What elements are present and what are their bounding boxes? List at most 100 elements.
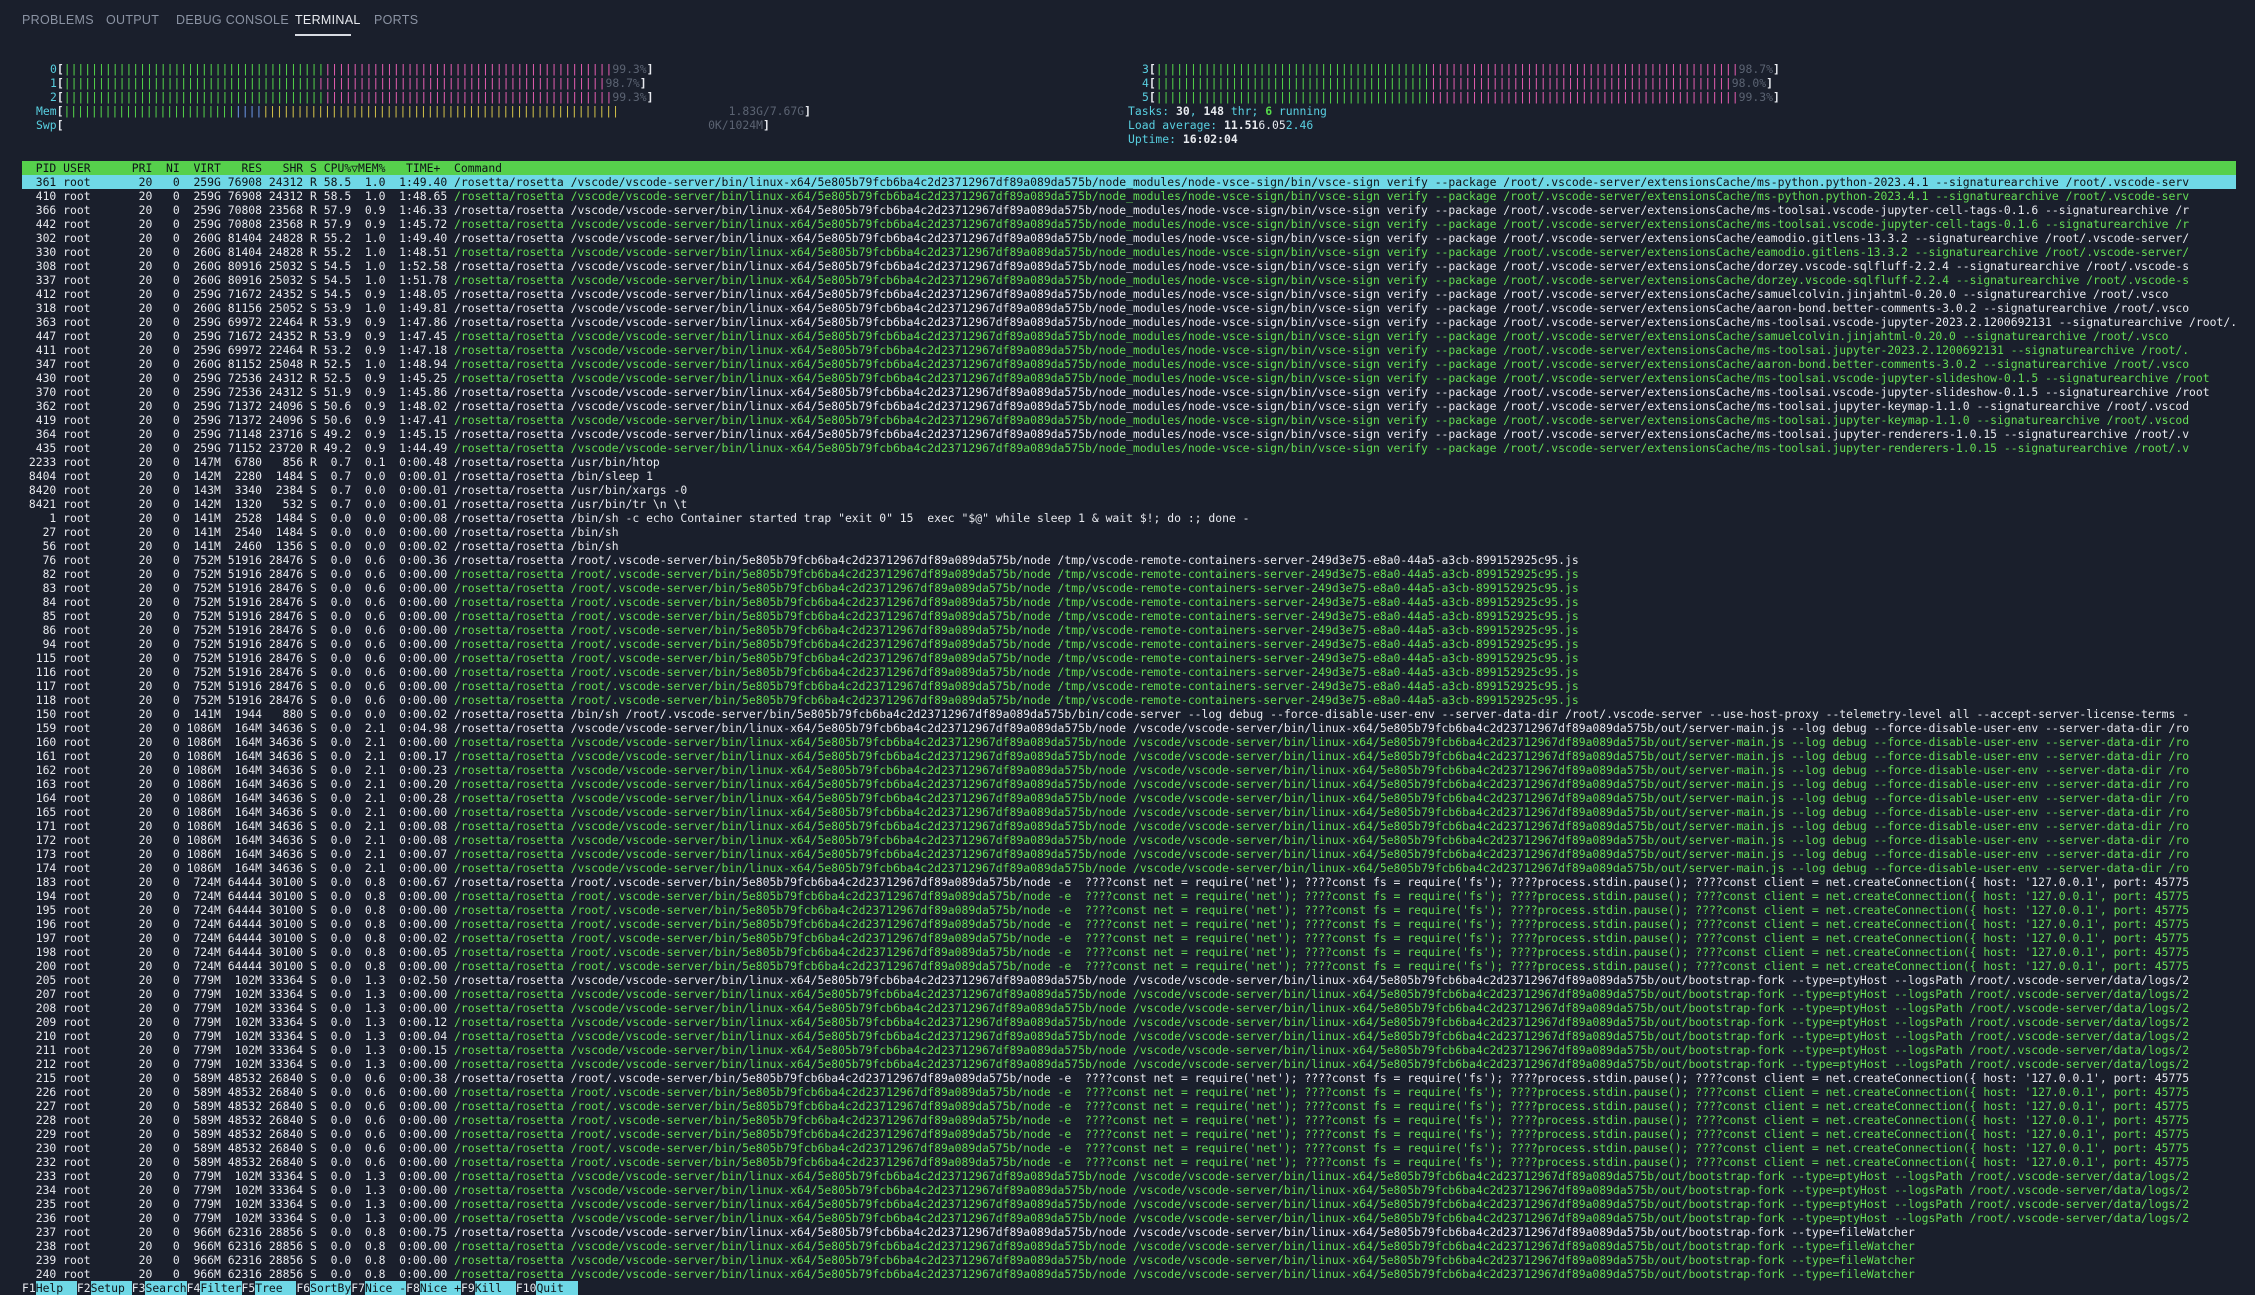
process-row[interactable]: 447 root 20 0 259G 71672 24352 R 53.9 0.… [22, 329, 2236, 343]
process-row[interactable]: 370 root 20 0 259G 72536 24312 S 51.9 0.… [22, 385, 2236, 399]
process-row[interactable]: 237 root 20 0 966M 62316 28856 S 0.0 0.8… [22, 1225, 2236, 1239]
process-row[interactable]: 8420 root 20 0 143M 3340 2384 S 0.7 0.0 … [22, 483, 2236, 497]
fkey-f9-button[interactable]: F9Kill [461, 1281, 516, 1295]
fkey-f6-button[interactable]: F6SortBy [296, 1281, 352, 1295]
process-row[interactable]: 239 root 20 0 966M 62316 28856 S 0.0 0.8… [22, 1253, 2236, 1267]
process-row[interactable]: 211 root 20 0 779M 102M 33364 S 0.0 1.3 … [22, 1043, 2236, 1057]
process-row[interactable]: 200 root 20 0 724M 64444 30100 S 0.0 0.8… [22, 959, 2236, 973]
process-row[interactable]: 165 root 20 0 1086M 164M 34636 S 0.0 2.1… [22, 805, 2236, 819]
process-row[interactable]: 160 root 20 0 1086M 164M 34636 S 0.0 2.1… [22, 735, 2236, 749]
process-row[interactable]: 150 root 20 0 141M 1944 880 S 0.0 0.0 0:… [22, 707, 2236, 721]
process-row[interactable]: 85 root 20 0 752M 51916 28476 S 0.0 0.6 … [22, 609, 2236, 623]
fkey-f4-button[interactable]: F4Filter [186, 1281, 242, 1295]
process-row[interactable]: 159 root 20 0 1086M 164M 34636 S 0.0 2.1… [22, 721, 2236, 735]
process-row[interactable]: 363 root 20 0 259G 69972 22464 R 53.9 0.… [22, 315, 2236, 329]
cpu-label: 1 [50, 76, 57, 90]
process-row[interactable]: 318 root 20 0 260G 81156 25052 S 53.9 1.… [22, 301, 2236, 315]
process-row[interactable]: 302 root 20 0 260G 81404 24828 R 55.2 1.… [22, 231, 2236, 245]
process-row[interactable]: 195 root 20 0 724M 64444 30100 S 0.0 0.8… [22, 903, 2236, 917]
process-stats: 172 root 20 0 1086M 164M 34636 S 0.0 2.1… [22, 833, 455, 847]
process-row[interactable]: 83 root 20 0 752M 51916 28476 S 0.0 0.6 … [22, 581, 2236, 595]
process-row[interactable]: 330 root 20 0 260G 81404 24828 R 55.2 1.… [22, 245, 2236, 259]
process-row[interactable]: 215 root 20 0 589M 48532 26840 S 0.0 0.6… [22, 1071, 2236, 1085]
process-row[interactable]: 419 root 20 0 259G 71372 24096 S 50.6 0.… [22, 413, 2236, 427]
fkey-f3-button[interactable]: F3Search [131, 1281, 187, 1295]
process-row[interactable]: 2233 root 20 0 147M 6780 856 R 0.7 0.1 0… [22, 455, 2236, 469]
process-row[interactable]: 228 root 20 0 589M 48532 26840 S 0.0 0.6… [22, 1113, 2236, 1127]
process-row[interactable]: 197 root 20 0 724M 64444 30100 S 0.0 0.8… [22, 931, 2236, 945]
process-row[interactable]: 207 root 20 0 779M 102M 33364 S 0.0 1.3 … [22, 987, 2236, 1001]
tab-terminal[interactable]: TERMINAL [295, 13, 361, 27]
process-row[interactable]: 209 root 20 0 779M 102M 33364 S 0.0 1.3 … [22, 1015, 2236, 1029]
function-key-bar[interactable]: F1Help F2Setup F3SearchF4FilterF5Tree F6… [22, 1281, 578, 1295]
process-row[interactable]: 171 root 20 0 1086M 164M 34636 S 0.0 2.1… [22, 819, 2236, 833]
process-row[interactable]: 235 root 20 0 779M 102M 33364 S 0.0 1.3 … [22, 1197, 2236, 1211]
process-row[interactable]: 86 root 20 0 752M 51916 28476 S 0.0 0.6 … [22, 623, 2236, 637]
process-row[interactable]: 82 root 20 0 752M 51916 28476 S 0.0 0.6 … [22, 567, 2236, 581]
tab-ports[interactable]: PORTS [374, 13, 418, 27]
process-row[interactable]: 337 root 20 0 260G 80916 25032 S 54.5 1.… [22, 273, 2236, 287]
process-row[interactable]: 8421 root 20 0 142M 1320 532 S 0.7 0.0 0… [22, 497, 2236, 511]
process-row[interactable]: 173 root 20 0 1086M 164M 34636 S 0.0 2.1… [22, 847, 2236, 861]
process-row[interactable]: 115 root 20 0 752M 51916 28476 S 0.0 0.6… [22, 651, 2236, 665]
process-table-header[interactable]: PID USER PRI NI VIRT RES SHR S CPU%▽MEM%… [22, 161, 2236, 175]
process-row[interactable]: 194 root 20 0 724M 64444 30100 S 0.0 0.8… [22, 889, 2236, 903]
process-row[interactable]: 347 root 20 0 260G 81152 25048 R 52.5 1.… [22, 357, 2236, 371]
process-row[interactable]: 161 root 20 0 1086M 164M 34636 S 0.0 2.1… [22, 749, 2236, 763]
process-row[interactable]: 236 root 20 0 779M 102M 33364 S 0.0 1.3 … [22, 1211, 2236, 1225]
process-row[interactable]: 172 root 20 0 1086M 164M 34636 S 0.0 2.1… [22, 833, 2236, 847]
process-row[interactable]: 364 root 20 0 259G 71148 23716 S 49.2 0.… [22, 427, 2236, 441]
process-row[interactable]: 232 root 20 0 589M 48532 26840 S 0.0 0.6… [22, 1155, 2236, 1169]
fkey-f1-button[interactable]: F1Help [22, 1281, 77, 1295]
process-row[interactable]: 84 root 20 0 752M 51916 28476 S 0.0 0.6 … [22, 595, 2236, 609]
process-row[interactable]: 162 root 20 0 1086M 164M 34636 S 0.0 2.1… [22, 763, 2236, 777]
process-row[interactable]: 366 root 20 0 259G 70808 23568 R 57.9 0.… [22, 203, 2236, 217]
process-row[interactable]: 430 root 20 0 259G 72536 24312 R 52.5 0.… [22, 371, 2236, 385]
fkey-f2-button[interactable]: F2Setup [76, 1281, 132, 1295]
tab-problems[interactable]: PROBLEMS [22, 13, 94, 27]
process-row[interactable]: 205 root 20 0 779M 102M 33364 S 0.0 1.3 … [22, 973, 2236, 987]
process-row[interactable]: 411 root 20 0 259G 69972 22464 R 53.2 0.… [22, 343, 2236, 357]
process-row[interactable]: 210 root 20 0 779M 102M 33364 S 0.0 1.3 … [22, 1029, 2236, 1043]
process-row[interactable]: 116 root 20 0 752M 51916 28476 S 0.0 0.6… [22, 665, 2236, 679]
process-row[interactable]: 442 root 20 0 259G 70808 23568 R 57.9 0.… [22, 217, 2236, 231]
process-row[interactable]: 308 root 20 0 260G 80916 25032 S 54.5 1.… [22, 259, 2236, 273]
process-row[interactable]: 226 root 20 0 589M 48532 26840 S 0.0 0.6… [22, 1085, 2236, 1099]
process-row[interactable]: 212 root 20 0 779M 102M 33364 S 0.0 1.3 … [22, 1057, 2236, 1071]
process-row[interactable]: 412 root 20 0 259G 71672 24352 S 54.5 0.… [22, 287, 2236, 301]
process-row[interactable]: 229 root 20 0 589M 48532 26840 S 0.0 0.6… [22, 1127, 2236, 1141]
process-row[interactable]: 435 root 20 0 259G 71152 23720 R 49.2 0.… [22, 441, 2236, 455]
process-row[interactable]: 94 root 20 0 752M 51916 28476 S 0.0 0.6 … [22, 637, 2236, 651]
fkey-f8-button[interactable]: F8Nice + [406, 1281, 461, 1295]
process-row[interactable]: 238 root 20 0 966M 62316 28856 S 0.0 0.8… [22, 1239, 2236, 1253]
process-row[interactable]: 230 root 20 0 589M 48532 26840 S 0.0 0.6… [22, 1141, 2236, 1155]
fkey-f5-button[interactable]: F5Tree [241, 1281, 297, 1295]
process-row[interactable]: 196 root 20 0 724M 64444 30100 S 0.0 0.8… [22, 917, 2236, 931]
process-row[interactable]: 163 root 20 0 1086M 164M 34636 S 0.0 2.1… [22, 777, 2236, 791]
process-row[interactable]: 240 root 20 0 966M 62316 28856 S 0.0 0.8… [22, 1267, 2236, 1281]
process-row[interactable]: 410 root 20 0 259G 76908 24312 R 58.5 1.… [22, 189, 2236, 203]
fkey-f7-button[interactable]: F7Nice - [351, 1281, 407, 1295]
process-row[interactable]: 27 root 20 0 141M 2540 1484 S 0.0 0.0 0:… [22, 525, 2236, 539]
process-row[interactable]: 118 root 20 0 752M 51916 28476 S 0.0 0.6… [22, 693, 2236, 707]
process-row[interactable]: 174 root 20 0 1086M 164M 34636 S 0.0 2.1… [22, 861, 2236, 875]
process-row[interactable]: 233 root 20 0 779M 102M 33364 S 0.0 1.3 … [22, 1169, 2236, 1183]
process-row[interactable]: 183 root 20 0 724M 64444 30100 S 0.0 0.8… [22, 875, 2236, 889]
process-row[interactable]: 164 root 20 0 1086M 164M 34636 S 0.0 2.1… [22, 791, 2236, 805]
process-row[interactable]: 362 root 20 0 259G 71372 24096 S 50.6 0.… [22, 399, 2236, 413]
process-row[interactable]: 8404 root 20 0 142M 2280 1484 S 0.7 0.0 … [22, 469, 2236, 483]
process-row[interactable]: 234 root 20 0 779M 102M 33364 S 0.0 1.3 … [22, 1183, 2236, 1197]
process-row[interactable]: 117 root 20 0 752M 51916 28476 S 0.0 0.6… [22, 679, 2236, 693]
process-row[interactable]: 361 root 20 0 259G 76908 24312 R 58.5 1.… [22, 175, 2236, 189]
process-row[interactable]: 76 root 20 0 752M 51916 28476 S 0.0 0.6 … [22, 553, 2236, 567]
terminal[interactable]: 0[||||||||||||||||||||||||||||||||||||||… [0, 40, 2255, 1295]
process-command: /rosetta/rosetta /root/.vscode-server/bi… [454, 595, 1579, 609]
tab-output[interactable]: OUTPUT [106, 13, 159, 27]
process-row[interactable]: 208 root 20 0 779M 102M 33364 S 0.0 1.3 … [22, 1001, 2236, 1015]
process-row[interactable]: 227 root 20 0 589M 48532 26840 S 0.0 0.6… [22, 1099, 2236, 1113]
process-row[interactable]: 198 root 20 0 724M 64444 30100 S 0.0 0.8… [22, 945, 2236, 959]
process-row[interactable]: 56 root 20 0 141M 2460 1356 S 0.0 0.0 0:… [22, 539, 2236, 553]
tab-debug-console[interactable]: DEBUG CONSOLE [176, 13, 289, 27]
fkey-f10-button[interactable]: F10Quit [515, 1281, 578, 1295]
process-row[interactable]: 1 root 20 0 141M 2528 1484 S 0.0 0.0 0:0… [22, 511, 2236, 525]
